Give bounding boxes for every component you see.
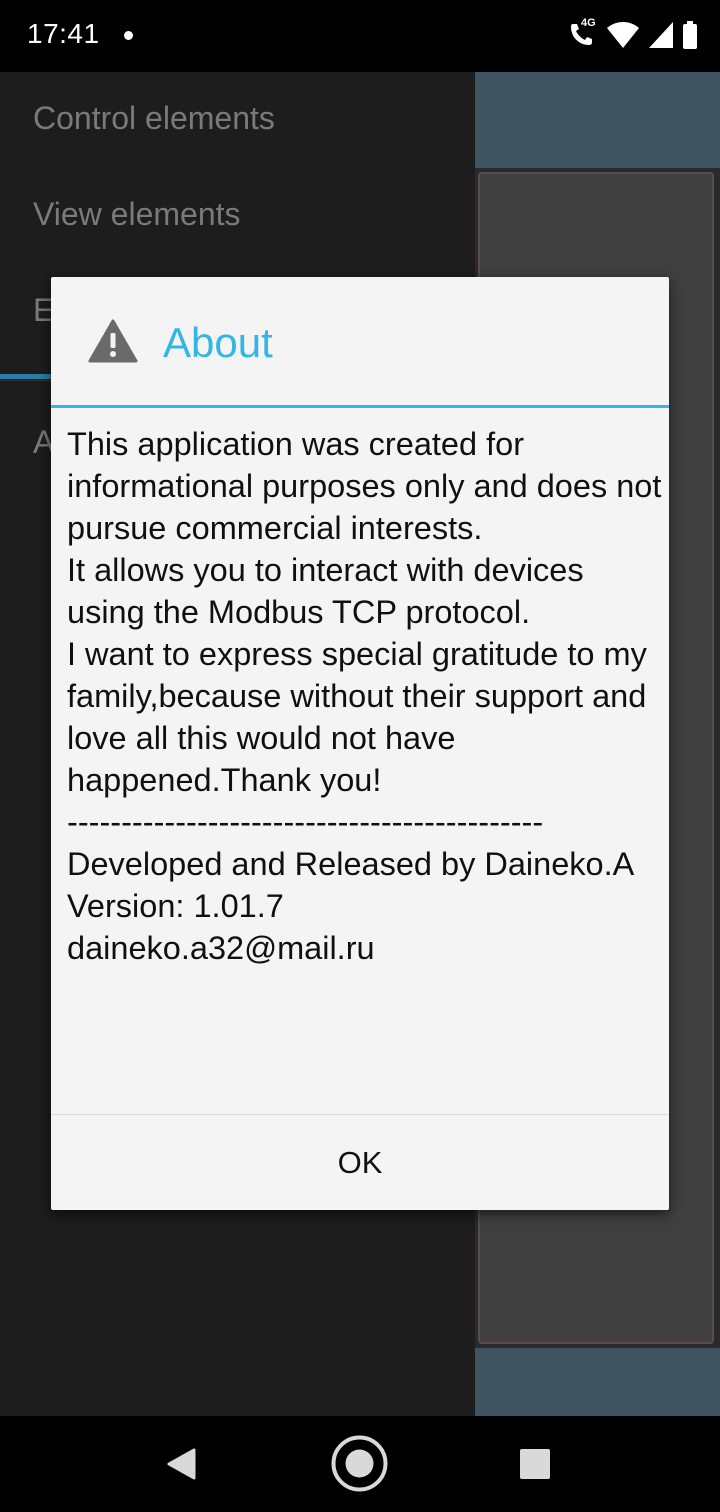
drawer-item-view-elements[interactable]: View elements [33,196,241,233]
dialog-title: About [163,319,273,366]
about-dialog: About This application was created for i… [51,277,669,1210]
status-time: 17:41 [27,18,100,49]
battery-icon [683,21,697,49]
recents-icon[interactable] [520,1449,550,1479]
cell-signal-icon [649,22,673,48]
network-type-label: 4G [581,17,596,29]
wifi-icon [607,22,639,48]
volte-call-icon: 4G [568,17,598,50]
dialog-message: This application was created for informa… [67,426,662,966]
app-bottom-bar [475,1348,720,1416]
dialog-header: About [51,277,669,408]
status-bar: 17:41 4G [0,0,720,72]
drawer-active-indicator [0,374,52,379]
dialog-header-divider [51,405,669,408]
system-nav-bar [0,1416,720,1512]
drawer-item-control-elements[interactable]: Control elements [33,100,275,137]
app-toolbar [475,72,720,168]
home-icon[interactable] [331,1435,388,1492]
notification-dot-icon [124,31,133,40]
ok-button[interactable]: OK [51,1115,669,1210]
back-icon[interactable] [166,1448,196,1480]
warning-icon [88,319,138,363]
status-icons: 4G [568,17,698,50]
